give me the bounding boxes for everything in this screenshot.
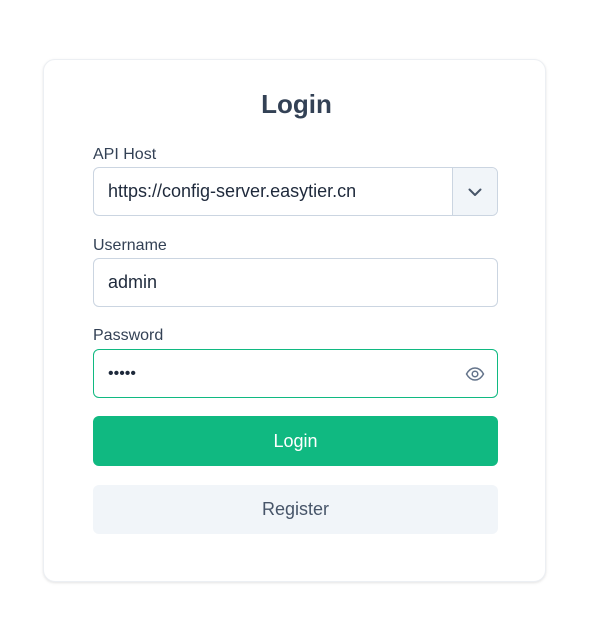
password-input[interactable]: ••••• <box>93 349 498 398</box>
api-host-label: API Host <box>93 146 157 163</box>
login-button[interactable]: Login <box>93 416 498 466</box>
login-title: Login <box>261 89 332 119</box>
username-value[interactable]: admin <box>108 259 157 306</box>
api-host-dropdown-button[interactable] <box>452 168 497 215</box>
password-value[interactable]: ••••• <box>108 350 136 397</box>
username-label: Username <box>93 237 167 254</box>
api-host-select[interactable]: https://config-server.easytier.cn <box>93 167 498 216</box>
password-label: Password <box>93 327 164 344</box>
register-button[interactable]: Register <box>93 485 498 534</box>
chevron-down-icon <box>468 188 482 196</box>
eye-icon[interactable] <box>465 364 485 384</box>
api-host-value[interactable]: https://config-server.easytier.cn <box>108 168 356 215</box>
username-input[interactable]: admin <box>93 258 498 307</box>
